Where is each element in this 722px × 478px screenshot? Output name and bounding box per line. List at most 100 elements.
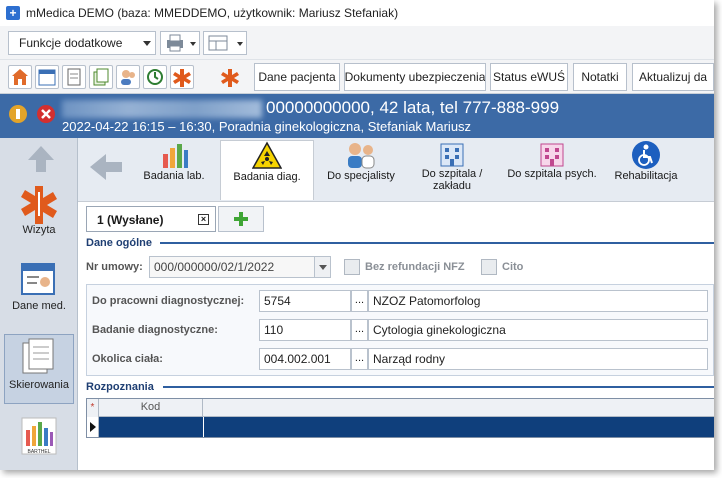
- grid-star: *: [87, 399, 99, 417]
- medical-star-icon: [173, 69, 191, 87]
- pin-icon[interactable]: [8, 104, 28, 124]
- home-button[interactable]: [8, 65, 32, 89]
- row-indicator: [87, 417, 99, 437]
- functions-combo[interactable]: Funkcje dodatkowe: [8, 31, 156, 55]
- referral-tabs: 1 (Wysłane) ×: [78, 202, 714, 232]
- sidebar-item-medical-data[interactable]: Dane med.: [4, 260, 74, 326]
- medical-star-icon: [21, 186, 57, 224]
- module-rehabilitation[interactable]: Rehabilitacja: [608, 140, 684, 200]
- patient-header: 00000000000, 42 lata, tel 777-888-999 20…: [0, 94, 714, 138]
- patient-id-line: 00000000000, 42 lata, tel 777-888-999: [266, 98, 560, 117]
- section-general-title: Dane ogólne: [86, 237, 153, 249]
- home-icon: [12, 69, 28, 85]
- medical-star-button[interactable]: [218, 65, 242, 89]
- update-button[interactable]: Aktualizuj da: [632, 63, 714, 91]
- exam-code-field[interactable]: 110: [259, 319, 351, 341]
- print-button[interactable]: [160, 31, 200, 55]
- radiation-icon: [252, 141, 282, 169]
- module-diag-tests[interactable]: Badania diag.: [220, 140, 314, 200]
- add-tab-button[interactable]: [218, 206, 264, 232]
- wheelchair-icon: [632, 141, 660, 169]
- row-divider: [203, 417, 204, 437]
- sidebar-item-label: Skierowania: [9, 379, 69, 391]
- tab-sent-1[interactable]: 1 (Wysłane) ×: [86, 206, 216, 232]
- close-icon[interactable]: [36, 104, 56, 124]
- referral-form: Dane ogólne Nr umowy: 000/000000/02/1/20…: [78, 232, 714, 470]
- cito-checkbox[interactable]: [481, 259, 497, 275]
- area-code-field[interactable]: 004.002.001: [259, 348, 351, 370]
- title-bar: + mMedica DEMO (baza: MMEDDEMO, użytkown…: [0, 0, 714, 26]
- exam-name-field[interactable]: Cytologia ginekologiczna: [368, 319, 708, 341]
- arrow-up-icon[interactable]: [26, 144, 56, 174]
- sidebar-item-visit[interactable]: Wizyta: [4, 184, 74, 246]
- module-label: Do szpitala psych.: [507, 168, 597, 180]
- documents-icon: [93, 68, 109, 86]
- plus-icon: [234, 212, 248, 226]
- layout-button[interactable]: [203, 31, 247, 55]
- section-diagnosis-title: Rozpoznania: [86, 381, 154, 393]
- section-divider: [163, 386, 714, 388]
- notes-button[interactable]: Notatki: [573, 63, 627, 91]
- module-psych-hospital[interactable]: Do szpitala psych.: [502, 140, 602, 200]
- table-row[interactable]: [87, 417, 714, 437]
- exam-lookup-button[interactable]: ...: [351, 319, 368, 341]
- no-refund-checkbox[interactable]: [344, 259, 360, 275]
- patients-button[interactable]: [116, 65, 140, 89]
- window-title: mMedica DEMO (baza: MMEDDEMO, użytkownik…: [26, 6, 399, 20]
- insurance-docs-button[interactable]: Dokumenty ubezpieczenia: [344, 63, 486, 91]
- documents-icon: [22, 338, 54, 374]
- refresh-button[interactable]: [143, 65, 167, 89]
- calendar-button[interactable]: [35, 65, 59, 89]
- arrow-left-icon[interactable]: [88, 152, 124, 182]
- barthel-icon: BARTHEL: [21, 417, 57, 455]
- module-label: Rehabilitacja: [614, 170, 678, 182]
- patient-data-button[interactable]: Dane pacjenta: [254, 63, 340, 91]
- calendar-icon: [38, 69, 56, 86]
- ewus-status-button[interactable]: Status eWUŚ: [490, 63, 568, 91]
- module-hospital[interactable]: Do szpitala / zakładu: [408, 140, 496, 200]
- prescription-button[interactable]: [62, 65, 86, 89]
- module-lab-tests[interactable]: Badania lab.: [136, 140, 212, 200]
- left-sidebar: Wizyta Dane med. Skierowania BARTHEL: [0, 138, 78, 470]
- printer-icon: [167, 34, 196, 52]
- module-specialist[interactable]: Do specjalisty: [320, 140, 402, 200]
- lab-code-field[interactable]: 5754: [259, 290, 351, 312]
- lab-name-field[interactable]: NZOZ Patomorfolog: [368, 290, 708, 312]
- no-refund-label: Bez refundacji NFZ: [365, 261, 465, 273]
- refresh-clock-icon: [147, 69, 163, 85]
- diagnosis-grid: * Kod: [86, 398, 714, 438]
- row-pointer-icon: [90, 422, 96, 432]
- sidebar-item-referrals[interactable]: Skierowania: [4, 334, 74, 404]
- diagnostic-panel: Do pracowni diagnostycznej: 5754 ... NZO…: [86, 284, 714, 376]
- patient-card-icon: [21, 263, 55, 295]
- sidebar-item-barthel[interactable]: BARTHEL: [4, 416, 74, 466]
- area-lookup-button[interactable]: ...: [351, 348, 368, 370]
- hospital-icon: [440, 143, 464, 167]
- prescription-icon: [67, 68, 81, 86]
- module-label: Badania lab.: [143, 170, 205, 182]
- area-label: Okolica ciała:: [92, 353, 163, 365]
- app-plus-icon: +: [6, 6, 20, 20]
- doctors-icon: [348, 143, 375, 169]
- lab-chart-icon: [163, 144, 188, 168]
- tab-close-icon[interactable]: ×: [198, 214, 209, 225]
- layout-grid-icon: [208, 35, 243, 51]
- tab-label: 1 (Wysłane): [97, 213, 164, 227]
- lab-label: Do pracowni diagnostycznej:: [92, 295, 245, 307]
- contract-select[interactable]: 000/000000/02/1/2022: [149, 256, 331, 278]
- functions-combo-label: Funkcje dodatkowe: [19, 36, 123, 50]
- documents-button[interactable]: [89, 65, 113, 89]
- lab-lookup-button[interactable]: ...: [351, 290, 368, 312]
- emergency-button[interactable]: [170, 65, 194, 89]
- medical-star-icon: [221, 69, 239, 87]
- app-window: + mMedica DEMO (baza: MMEDDEMO, użytkown…: [0, 0, 714, 470]
- contract-value: 000/000000/02/1/2022: [154, 260, 275, 274]
- column-code[interactable]: Kod: [99, 399, 203, 417]
- contract-label: Nr umowy:: [86, 261, 143, 273]
- area-name-field[interactable]: Narząd rodny: [368, 348, 708, 370]
- referral-type-bar: Badania lab. Badania diag. Do specjalist…: [78, 138, 714, 202]
- grid-header: * Kod: [87, 399, 714, 417]
- exam-label: Badanie diagnostyczne:: [92, 324, 218, 336]
- chevron-down-icon: [143, 41, 151, 46]
- sidebar-item-label: Dane med.: [12, 300, 66, 312]
